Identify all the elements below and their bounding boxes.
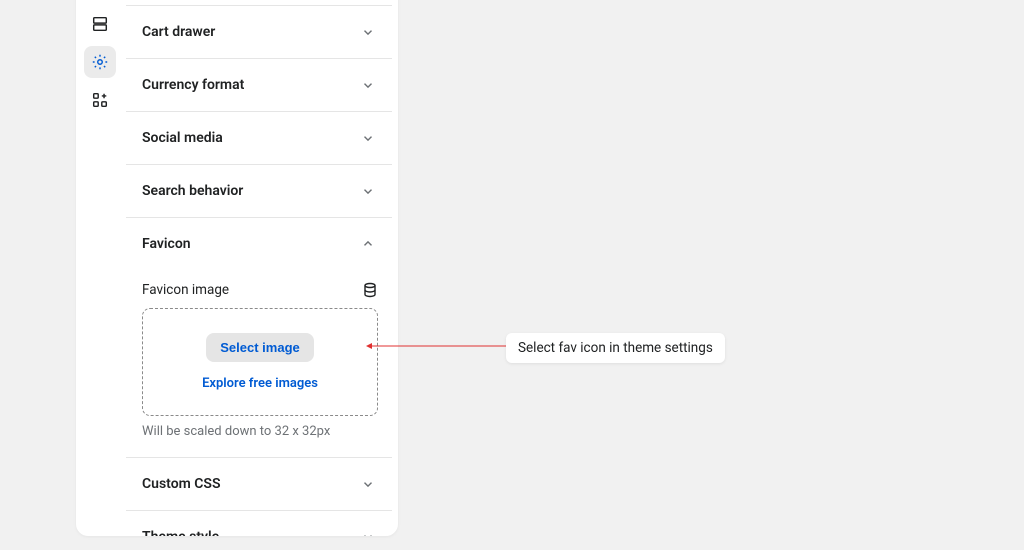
editor-icon-rail <box>76 0 124 166</box>
section-title: Social media <box>142 130 223 146</box>
favicon-field-label: Favicon image <box>142 282 229 298</box>
chevron-down-icon <box>358 75 378 95</box>
annotation-callout: Select fav icon in theme settings <box>506 333 725 363</box>
chevron-down-icon <box>358 181 378 201</box>
favicon-hint: Will be scaled down to 32 x 32px <box>142 424 378 439</box>
section-title: Currency format <box>142 77 244 93</box>
rail-apps-icon[interactable] <box>84 84 116 116</box>
theme-settings-panel: Modal Cart drawer Currency format Social… <box>76 0 398 536</box>
explore-free-images-link[interactable]: Explore free images <box>202 376 318 391</box>
section-theme-style[interactable]: Theme style <box>126 511 392 536</box>
section-custom-css[interactable]: Custom CSS <box>126 458 392 511</box>
favicon-dropzone[interactable]: Select image Explore free images <box>142 308 378 416</box>
chevron-down-icon <box>358 527 378 536</box>
section-title: Search behavior <box>142 183 243 199</box>
chevron-up-icon <box>358 234 378 254</box>
section-favicon[interactable]: Favicon <box>126 218 392 270</box>
section-title: Custom CSS <box>142 476 221 492</box>
section-social-media[interactable]: Social media <box>126 112 392 165</box>
chevron-down-icon <box>358 22 378 42</box>
section-title: Theme style <box>142 529 219 536</box>
section-search-behavior[interactable]: Search behavior <box>126 165 392 218</box>
chevron-down-icon <box>358 128 378 148</box>
favicon-label-row: Favicon image <box>142 282 378 298</box>
rail-gear-icon[interactable] <box>84 46 116 78</box>
annotation-text: Select fav icon in theme settings <box>518 340 713 356</box>
section-title: Favicon <box>142 236 191 252</box>
settings-scroll[interactable]: Modal Cart drawer Currency format Social… <box>126 0 398 536</box>
section-cart-drawer[interactable]: Cart drawer <box>126 6 392 59</box>
section-currency-format[interactable]: Currency format <box>126 59 392 112</box>
favicon-section-body: Favicon image Select image Explore free … <box>126 270 392 458</box>
rail-sections-icon[interactable] <box>84 8 116 40</box>
section-title: Cart drawer <box>142 24 215 40</box>
chevron-down-icon <box>358 474 378 494</box>
database-icon[interactable] <box>362 282 378 298</box>
select-image-button[interactable]: Select image <box>206 333 314 362</box>
